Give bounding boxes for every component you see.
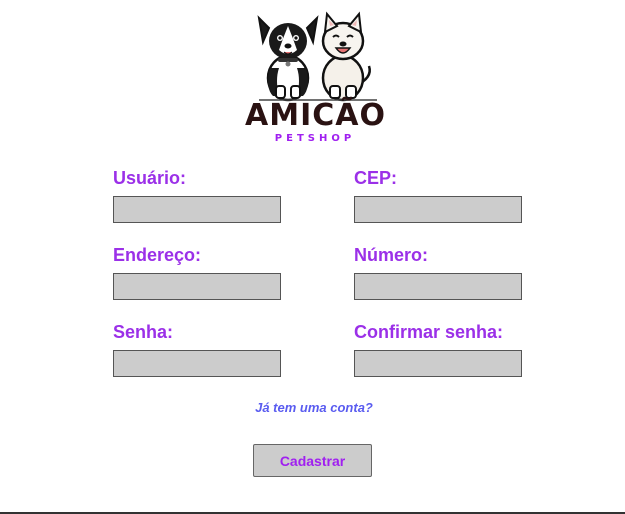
login-link[interactable]: Já tem uma conta? bbox=[253, 400, 375, 415]
confirm-password-label: Confirmar senha: bbox=[354, 322, 504, 342]
address-input[interactable] bbox=[113, 273, 281, 300]
brand-tagline: PETSHOP bbox=[274, 133, 356, 144]
register-button[interactable]: Cadastrar bbox=[253, 444, 372, 477]
cep-input[interactable] bbox=[354, 196, 522, 223]
address-label: Endereço: bbox=[113, 245, 202, 265]
white-dog-icon bbox=[321, 11, 371, 102]
user-input[interactable] bbox=[113, 196, 281, 223]
number-label: Número: bbox=[354, 245, 429, 265]
cep-label: CEP: bbox=[354, 168, 398, 188]
password-label: Senha: bbox=[113, 322, 174, 342]
confirm-password-input[interactable] bbox=[354, 350, 522, 377]
password-input[interactable] bbox=[113, 350, 281, 377]
black-dog-icon bbox=[257, 15, 319, 102]
number-input[interactable] bbox=[354, 273, 522, 300]
user-label: Usuário: bbox=[113, 168, 187, 188]
brand-name: AMICÃO bbox=[245, 98, 386, 133]
